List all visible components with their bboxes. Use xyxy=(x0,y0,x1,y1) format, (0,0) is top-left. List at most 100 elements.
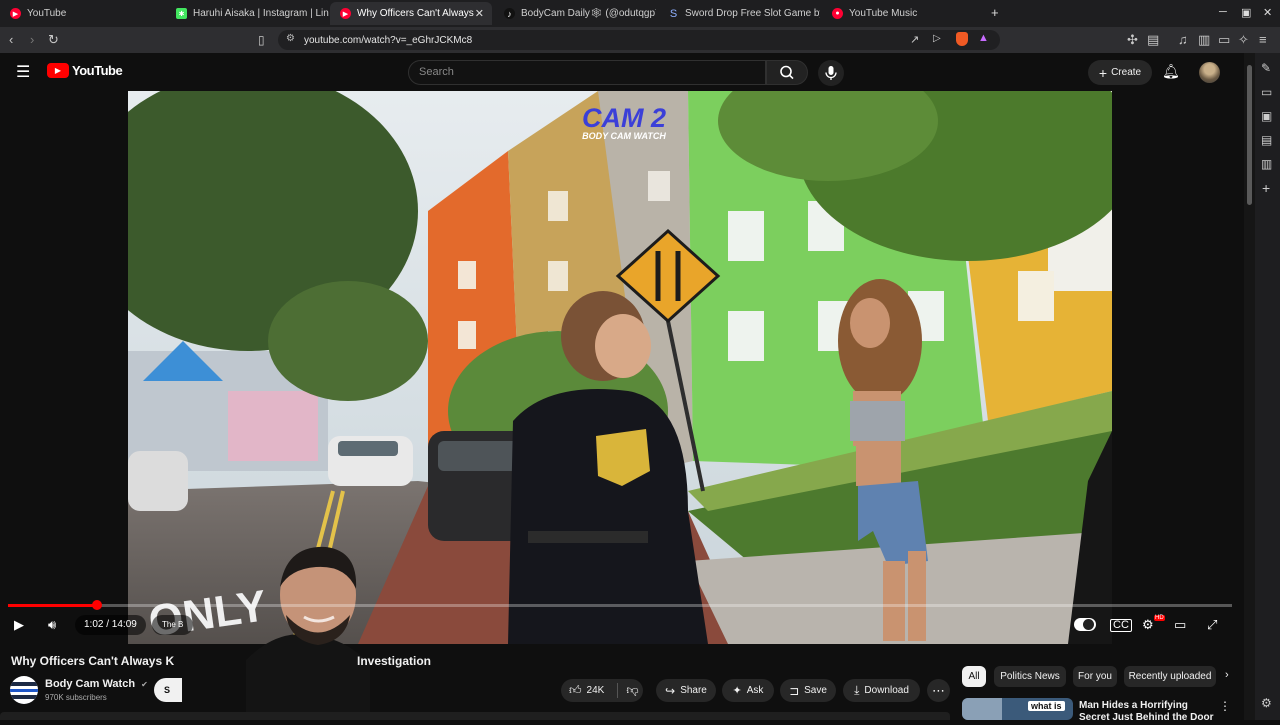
watermark-cam: CAM 2 xyxy=(582,103,666,133)
filter-chip-recently-uploaded[interactable]: Recently uploaded xyxy=(1124,666,1216,687)
subscribe-button[interactable]: S xyxy=(154,678,182,702)
tab-label: YouTube Music xyxy=(849,8,918,19)
wallet-panel-icon[interactable]: ▣ xyxy=(1261,109,1272,123)
filter-chip-all[interactable]: All xyxy=(962,666,986,687)
share-icon: ↪ xyxy=(665,683,676,698)
back-icon[interactable]: ‹ xyxy=(9,32,13,48)
search-button[interactable] xyxy=(766,60,808,85)
panel-settings-icon[interactable]: ⚙ xyxy=(1261,696,1272,710)
sparkle-icon: ✦ xyxy=(732,685,742,697)
miniplayer-icon[interactable]: ▭ xyxy=(1174,617,1186,633)
filter-chip-politics-news[interactable]: Politics News xyxy=(994,666,1066,687)
page-scrollbar[interactable] xyxy=(1244,53,1255,720)
youtube-logo-icon: ▶ xyxy=(47,63,69,78)
download-button[interactable]: ⤓ Download xyxy=(843,679,920,702)
like-divider xyxy=(617,683,619,698)
save-label: Save xyxy=(804,685,827,696)
media-icon[interactable]: ♫ xyxy=(1178,32,1188,48)
captions-icon[interactable]: CC xyxy=(1110,619,1132,632)
tab-label: Sword Drop Free Slot Game by xyxy=(685,8,820,19)
reload-icon[interactable]: ↻ xyxy=(48,32,59,48)
send-icon[interactable]: ▷ xyxy=(933,33,941,44)
share-label: Share xyxy=(680,685,707,696)
forward-icon[interactable]: › xyxy=(30,32,34,48)
save-bookmark-icon: ⊐ xyxy=(789,683,800,698)
bookmarks-panel-icon[interactable]: ▤ xyxy=(1261,133,1272,147)
browser-tab[interactable]: S Sword Drop Free Slot Game by xyxy=(658,2,820,25)
new-tab-button[interactable]: + xyxy=(991,5,999,20)
progress-scrubber[interactable] xyxy=(92,600,103,610)
more-actions-button[interactable]: ⋯ xyxy=(927,679,950,702)
channel-name-text: Body Cam Watch xyxy=(45,678,136,690)
play-icon[interactable]: ▶ xyxy=(14,617,24,633)
description-box-edge[interactable] xyxy=(0,712,950,720)
youtube-logo[interactable]: ▶ YouTube xyxy=(47,63,123,78)
volume-icon[interactable]: 🔊︎ xyxy=(48,617,56,633)
channel-logo-icon xyxy=(10,676,38,704)
browser-tab[interactable]: ● YouTube Music xyxy=(822,2,982,25)
hd-badge: HD xyxy=(1154,615,1165,621)
fullscreen-icon[interactable]: ⤢ xyxy=(1207,617,1217,633)
browser-tab-active[interactable]: ▶ Why Officers Can't Always K ✕ xyxy=(330,2,492,25)
brave-shield-icon[interactable] xyxy=(956,32,968,46)
bookmark-icon[interactable]: ▯ xyxy=(258,32,265,48)
recommendation-menu-icon[interactable]: ⋮ xyxy=(1219,699,1231,713)
more-icon: ⋯ xyxy=(932,682,945,698)
video-title-continued: Investigation xyxy=(357,654,432,668)
leo-ai-icon[interactable]: ✧ xyxy=(1238,32,1249,48)
dislike-icon[interactable]: 👎︎ xyxy=(626,683,638,698)
open-external-icon[interactable]: ↗ xyxy=(910,33,919,46)
chips-next-chevron-icon[interactable]: › xyxy=(1225,669,1229,681)
close-tab-icon[interactable]: ✕ xyxy=(475,7,484,20)
leo-sidebar-icon[interactable]: ✎ xyxy=(1261,61,1271,75)
ask-label: Ask xyxy=(746,685,764,696)
create-button[interactable]: + Create xyxy=(1088,60,1152,85)
wallet-icon[interactable]: ▤ xyxy=(1147,32,1159,48)
rewards-icon[interactable]: ▲ xyxy=(978,32,989,44)
save-button[interactable]: ⊐ Save xyxy=(780,679,836,702)
like-dislike-group: 👍︎ 24K 👎︎ xyxy=(561,679,643,702)
site-info-icon[interactable]: ⚙ xyxy=(286,33,295,44)
browser-tab[interactable]: ▶ YouTube xyxy=(0,2,166,25)
browser-tab[interactable]: ♪ BodyCam Daily🕸 (@odutqgp71 xyxy=(494,2,656,25)
ask-button[interactable]: ✦ Ask xyxy=(722,679,774,702)
youtube-icon: ▶ xyxy=(10,8,21,19)
avatar[interactable] xyxy=(1199,62,1220,83)
hamburger-menu-icon[interactable]: ☰ xyxy=(16,62,30,82)
close-window-icon[interactable]: ✕ xyxy=(1263,6,1272,19)
channel-name[interactable]: Body Cam Watch ✔ xyxy=(45,678,148,690)
share-button[interactable]: ↪ Share xyxy=(656,679,716,702)
maximize-icon[interactable]: ▣ xyxy=(1241,6,1251,19)
like-icon[interactable]: 👍︎ xyxy=(569,683,582,698)
video-title: Why Officers Can't Always K xyxy=(11,654,175,668)
channel-avatar[interactable] xyxy=(10,676,38,704)
browser-toolbar: ‹ › ↻ ▯ ⚙ youtube.com/watch?v=_eGhrJCKMc… xyxy=(0,27,1280,53)
recommendation-thumbnail[interactable]: what is xyxy=(962,698,1073,720)
notifications-bell-icon[interactable]: 🔔︎ xyxy=(1162,63,1180,80)
like-count[interactable]: 24K xyxy=(587,685,605,696)
minimize-icon[interactable]: ─ xyxy=(1219,6,1227,18)
extensions-icon[interactable]: ✣ xyxy=(1127,32,1138,48)
voice-search-button[interactable] xyxy=(818,60,844,86)
filter-chip-for-you[interactable]: For you xyxy=(1073,666,1117,687)
wallet-crypto-icon[interactable]: ▭ xyxy=(1218,32,1230,48)
scrollbar-thumb[interactable] xyxy=(1247,65,1252,205)
menu-icon[interactable]: ≡ xyxy=(1259,32,1267,48)
add-panel-icon[interactable]: + xyxy=(1262,180,1270,196)
watermark-channel: BODY CAM WATCH xyxy=(582,131,666,141)
history-panel-icon[interactable]: ▥ xyxy=(1261,157,1272,171)
search-input[interactable]: Search xyxy=(408,60,766,85)
youtube-header: ☰ ▶ YouTube Search + Create 🔔︎ xyxy=(0,53,1244,91)
sidebar-icon[interactable]: ▥ xyxy=(1198,32,1210,48)
progress-bar[interactable] xyxy=(8,600,1232,610)
address-bar[interactable]: ⚙ youtube.com/watch?v=_eGhrJCKMc8 ↗ ▷ ▲ xyxy=(278,30,1000,50)
settings-gear-icon[interactable]: ⚙ xyxy=(1142,617,1154,633)
verified-icon: ✔ xyxy=(141,680,148,689)
autoplay-toggle[interactable] xyxy=(1074,618,1096,631)
chapter-title[interactable]: The B xyxy=(152,615,194,635)
plus-icon: + xyxy=(1098,64,1108,81)
reading-list-icon[interactable]: ▭ xyxy=(1261,85,1272,99)
time-display: 1:02 / 14:09 xyxy=(75,615,146,635)
recommendation-title[interactable]: Man Hides a Horrifying Secret Just Behin… xyxy=(1079,700,1214,720)
browser-tab[interactable]: ✱ Haruhi Aisaka | Instagram | Lin xyxy=(166,2,330,25)
